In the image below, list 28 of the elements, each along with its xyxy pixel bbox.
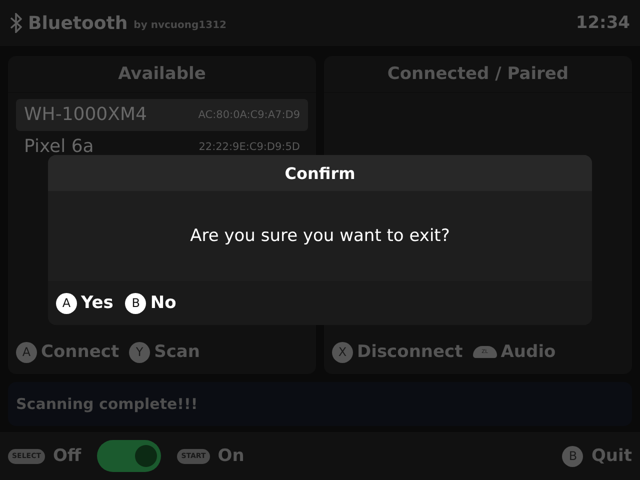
action-label: Disconnect — [357, 342, 463, 362]
button-hint-icon: B — [125, 292, 146, 314]
dialog-title: Confirm — [48, 155, 592, 191]
off-label: Off — [52, 446, 82, 466]
button-hint-icon: Y — [129, 342, 150, 362]
dialog-option[interactable]: No — [150, 293, 176, 313]
action-label: Audio — [500, 342, 556, 362]
device-name: WH-1000XM4 — [24, 105, 147, 125]
bluetooth-toggle[interactable] — [97, 440, 162, 472]
dialog-option[interactable]: Yes — [81, 293, 114, 313]
bluetooth-icon — [10, 13, 22, 33]
device-name: Pixel 6a — [24, 137, 94, 157]
on-label: On — [218, 446, 244, 466]
device-address: AC:80:0A:C9:A7:D9 — [198, 109, 300, 121]
clock-time: 12:34 — [576, 13, 630, 33]
action-label: Scan — [154, 342, 200, 362]
button-hint-icon: X — [332, 342, 353, 362]
quit-label: Quit — [591, 446, 632, 466]
button-hint-icon: B — [562, 446, 584, 466]
status-message: Scanning complete!!! — [16, 395, 198, 413]
panel-title: Connected / Paired — [324, 56, 632, 93]
action-label: Connect — [41, 342, 120, 362]
app-title: Bluetooth — [28, 12, 128, 34]
button-hint-icon: A — [16, 342, 37, 362]
button-hint-icon: A — [56, 292, 77, 314]
panel-title: Available — [8, 56, 316, 93]
author-text: by nvcuong1312 — [134, 20, 228, 31]
device-address: 22:22:9E:C9:D9:5D — [198, 141, 300, 153]
